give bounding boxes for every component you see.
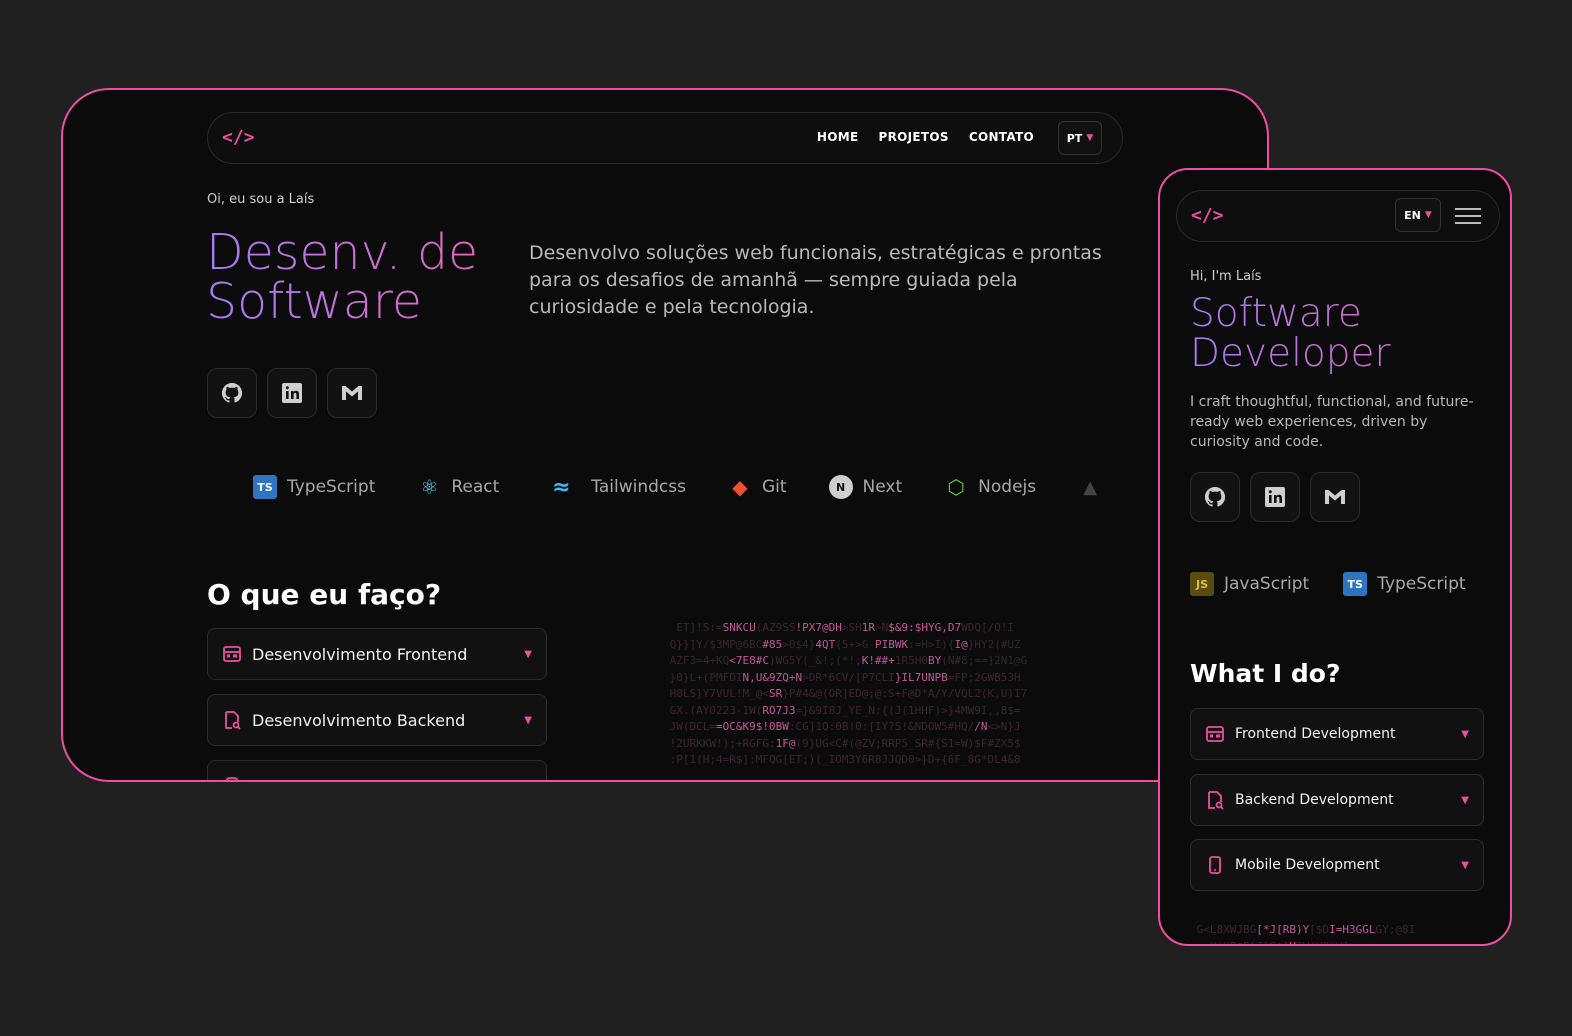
layout-icon	[223, 646, 241, 662]
accordion-mobile[interactable]	[207, 760, 547, 780]
accordion-frontend[interactable]: Desenvolvimento Frontend ▼	[207, 628, 547, 680]
chevron-down-icon: ▼	[524, 648, 532, 660]
nodejs-icon: ⬡	[947, 475, 965, 499]
linkedin-button[interactable]	[1250, 472, 1300, 522]
tech-item: N Next	[828, 475, 902, 499]
github-icon	[1204, 486, 1226, 507]
file-search-icon	[1208, 791, 1224, 810]
hamburger-menu-icon[interactable]	[1455, 208, 1481, 224]
gmail-icon	[342, 386, 362, 400]
typescript-icon: TS	[1343, 572, 1368, 596]
nav-link-home[interactable]: HOME	[817, 130, 859, 144]
greeting: Hi, I'm Laís	[1190, 269, 1262, 284]
tech-item: ⬡ Nodejs	[944, 475, 1036, 499]
accordion-label: Backend Development	[1235, 792, 1394, 808]
accordion-label: Mobile Development	[1235, 857, 1380, 873]
github-button[interactable]	[207, 368, 257, 418]
page-title: Software Developer	[1190, 294, 1490, 374]
gmail-button[interactable]	[1310, 472, 1360, 522]
chevron-down-icon: ▼	[1461, 859, 1469, 871]
linkedin-button[interactable]	[267, 368, 317, 418]
github-button[interactable]	[1190, 472, 1240, 522]
tech-item: TS TypeScript	[253, 475, 375, 499]
accordion-backend[interactable]: Backend Development ▼	[1190, 774, 1484, 826]
accordion-frontend[interactable]: Frontend Development ▼	[1190, 708, 1484, 760]
code-logo-icon[interactable]: </>	[222, 127, 255, 148]
section-title: O que eu faço?	[207, 578, 442, 611]
chevron-down-icon: ▼	[1461, 728, 1469, 740]
social-links	[1190, 472, 1360, 522]
accordion-label: Frontend Development	[1235, 726, 1396, 742]
layout-icon	[1206, 726, 1224, 742]
greeting: Oi, eu sou a Laís	[207, 192, 315, 207]
language-value: EN	[1404, 208, 1421, 222]
chevron-down-icon: ▼	[524, 714, 532, 726]
page-title: Desenv. de Software	[206, 228, 506, 326]
nav-link-projects[interactable]: PROJETOS	[879, 130, 949, 144]
nav-link-contact[interactable]: CONTATO	[969, 130, 1034, 144]
tailwind-icon: ≈	[552, 475, 571, 499]
chevron-down-icon: ▼	[1424, 210, 1432, 220]
linkedin-icon	[1265, 487, 1285, 507]
mobile-preview: </> EN ▼ Hi, I'm Laís Software Developer…	[1158, 168, 1512, 946]
javascript-icon: JS	[1190, 572, 1214, 596]
accordion-label: Desenvolvimento Frontend	[252, 644, 468, 664]
tech-carousel: TS TypeScript ⚛ React ≈ Tailwindcss ◆ Git NN…	[253, 475, 1123, 499]
section-title: What I do?	[1190, 659, 1341, 688]
gmail-button[interactable]	[327, 368, 377, 418]
language-value: PT	[1066, 131, 1083, 145]
nav-links: HOME PROJETOS CONTATO	[817, 130, 1034, 144]
tech-item: ◆ Git	[728, 475, 786, 499]
matrix-code-rain: ET]!S:=SNKCU(AZ9SS!PX7@DH>SH1R>N$&9:$HYG…	[663, 621, 1028, 766]
tech-item: ▲	[1078, 475, 1102, 499]
accordion-mobile[interactable]: Mobile Development ▼	[1190, 839, 1484, 891]
tech-item: JS JavaScript	[1190, 572, 1309, 596]
desktop-preview: </> HOME PROJETOS CONTATO PT ▼ Oi, eu so…	[61, 88, 1269, 782]
hero-description: Desenvolvo soluções web funcionais, estr…	[529, 242, 1102, 318]
gmail-icon	[1325, 490, 1345, 504]
language-select[interactable]: PT ▼	[1058, 121, 1102, 155]
social-links	[207, 368, 377, 418]
tech-item: ⚛ React	[417, 475, 499, 499]
accordion-backend[interactable]: Desenvolvimento Backend ▼	[207, 694, 547, 746]
prisma-icon: ▲	[1083, 476, 1098, 498]
github-icon	[221, 382, 243, 403]
nextjs-icon: N	[828, 475, 853, 499]
tech-carousel: JS JavaScript TS TypeScript	[1190, 572, 1466, 596]
linkedin-icon	[282, 383, 302, 403]
file-search-icon	[225, 711, 241, 730]
language-select[interactable]: EN ▼	[1395, 198, 1441, 232]
git-icon: ◆	[732, 475, 748, 499]
navbar: </> HOME PROJETOS CONTATO PT ▼	[207, 112, 1123, 164]
mobile-navbar: </> EN ▼	[1176, 190, 1500, 242]
hero-description: I craft thoughtful, functional, and futu…	[1190, 394, 1474, 450]
chevron-down-icon: ▼	[1086, 133, 1094, 143]
react-icon: ⚛	[420, 475, 439, 499]
accordion-label: Desenvolvimento Backend	[252, 710, 466, 730]
tech-item: ≈ Tailwindcss	[541, 475, 686, 499]
chevron-down-icon: ▼	[1461, 794, 1469, 806]
phone-icon	[1209, 856, 1221, 874]
typescript-icon: TS	[253, 475, 277, 499]
matrix-code-rain: G<L8XWJBG[*J[RB)Y[$DI=H3GGLGY;@8I ==Y)XP…	[1190, 923, 1416, 946]
code-logo-icon[interactable]: </>	[1191, 205, 1224, 226]
phone-icon	[226, 777, 238, 780]
tech-item: TS TypeScript	[1343, 572, 1466, 596]
